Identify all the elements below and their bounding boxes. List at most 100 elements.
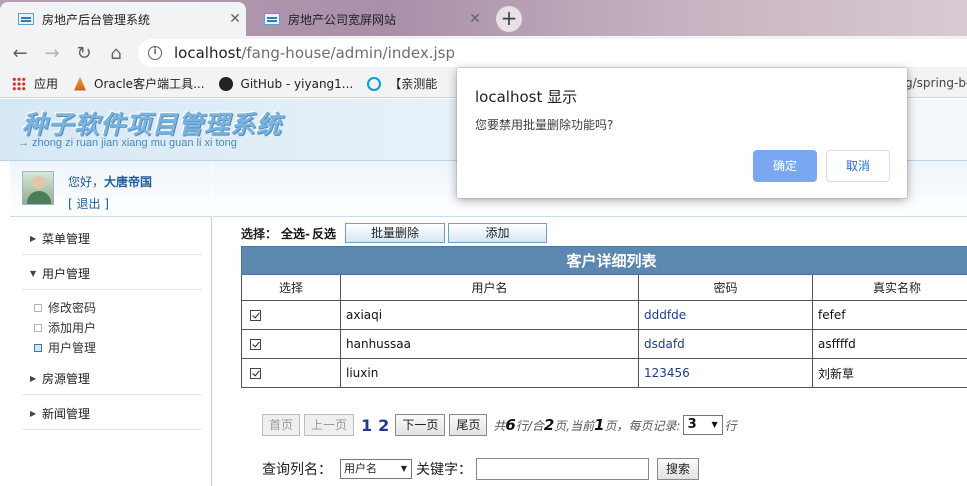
bookmark-github[interactable]: GitHub - yiyang1... [218, 76, 353, 91]
bookmark-apps[interactable]: 应用 [12, 75, 58, 92]
username-cell: hanhussaa [340, 329, 639, 359]
home-icon[interactable]: ⌂ [100, 43, 132, 64]
sidebar-item-label: 修改密码 [48, 301, 97, 315]
close-tab-icon[interactable]: ✕ [224, 11, 246, 27]
sidebar-item-add-user[interactable]: 添加用户 [34, 319, 96, 336]
address-bar[interactable]: i localhost/fang-house/admin/index.jsp [138, 39, 967, 67]
confirm-button[interactable]: 确定 [753, 150, 817, 182]
last-page-button[interactable]: 尾页 [449, 414, 488, 436]
summary-text: 共 [493, 418, 506, 433]
sidebar-group-users[interactable]: ▼ 用户管理 [30, 265, 90, 282]
prev-page-button[interactable]: 上一页 [304, 414, 355, 436]
forward-arrow-icon[interactable]: → [36, 43, 68, 64]
cancel-button[interactable]: 取消 [826, 150, 890, 182]
select-all-link[interactable]: 全选 [281, 225, 305, 242]
select-label: 选择： [241, 227, 278, 241]
column-select[interactable]: 用户名 ▼ [340, 459, 412, 479]
apps-grid-icon [12, 76, 26, 91]
summary-text: 页,当前 [554, 418, 595, 433]
logout-link[interactable]: [ 退出 ] [68, 195, 109, 212]
sidebar-item-label: 用户管理 [48, 341, 97, 355]
table-row: liuxin 123456 刘新草 [241, 358, 967, 388]
next-page-button[interactable]: 下一页 [395, 414, 446, 436]
password-cell: dddfde [638, 300, 813, 330]
chevron-right-icon: ▶ [30, 374, 37, 383]
invert-selection-link[interactable]: 反选 [312, 225, 336, 242]
sidebar-group-news[interactable]: ▶ 新闻管理 [30, 405, 90, 422]
sidebar-item-change-password[interactable]: 修改密码 [34, 299, 96, 316]
system-title: 种子软件项目管理系统 [22, 110, 283, 139]
page-link-1[interactable]: 1 [361, 416, 372, 435]
summary-text: 行/合 [515, 418, 544, 433]
realname-cell: 刘新草 [811, 358, 967, 388]
current-page: 1 [594, 416, 605, 434]
user-name: 大唐帝国 [104, 175, 153, 189]
select-cell [241, 329, 341, 359]
bullet-square-icon [34, 343, 42, 352]
summary-text: 行 [724, 418, 737, 433]
new-tab-button[interactable]: + [496, 6, 522, 32]
page-favicon-icon [264, 13, 280, 25]
url-text[interactable]: localhost/fang-house/admin/index.jsp [174, 44, 455, 62]
bookmark-bilibili[interactable]: 【亲测能 [367, 75, 437, 92]
summary-text: 页，每页记录: [604, 418, 681, 433]
bilibili-icon [367, 76, 382, 91]
column-header: 用户名 [340, 274, 639, 301]
realname-cell: asffffd [811, 329, 967, 359]
sidebar-group-menu[interactable]: ▶ 菜单管理 [30, 230, 90, 247]
first-page-button[interactable]: 首页 [262, 414, 301, 436]
user-info-box: 您好，大唐帝国 [ 退出 ] [10, 161, 212, 217]
sidebar-item-label: 添加用户 [48, 321, 97, 335]
page-favicon-icon [18, 13, 34, 25]
tab-strip: 房地产后台管理系统 ✕ 房地产公司宽屏网站 ✕ + [0, 0, 967, 36]
add-button[interactable]: 添加 [448, 223, 547, 243]
column-select-value: 用户名 [344, 462, 377, 475]
bookmark-overflow-text[interactable]: g/spring-bo [905, 76, 967, 90]
avatar [22, 171, 54, 205]
sidebar-group-label: 新闻管理 [42, 407, 91, 421]
row-checkbox[interactable] [250, 339, 261, 350]
dropdown-arrow-icon: ▼ [711, 420, 718, 429]
username-cell: axiaqi [340, 300, 639, 330]
url-host: localhost [174, 44, 242, 62]
sidebar-group-label: 用户管理 [42, 267, 91, 281]
table-row: axiaqi dddfde fefef [241, 300, 967, 330]
page-size-select[interactable]: 3 ▼ [682, 415, 723, 435]
username-cell: liuxin [340, 358, 639, 388]
tab-website[interactable]: 房地产公司宽屏网站 ✕ [246, 2, 486, 36]
back-arrow-icon[interactable]: ← [4, 43, 36, 64]
sidebar-item-user-management[interactable]: 用户管理 [34, 339, 96, 356]
site-info-icon[interactable]: i [148, 46, 162, 60]
bullet-square-icon [34, 323, 42, 332]
tab-admin[interactable]: 房地产后台管理系统 ✕ [0, 2, 246, 36]
greeting: 您好，大唐帝国 [68, 173, 152, 190]
keyword-input[interactable] [476, 458, 649, 480]
page-link-2[interactable]: 2 [378, 416, 389, 435]
password-cell: 123456 [638, 358, 813, 388]
reload-icon[interactable]: ↻ [68, 43, 100, 64]
dialog-title: localhost 显示 [475, 88, 578, 106]
row-checkbox[interactable] [250, 368, 261, 379]
search-bar: 查询列名： 用户名 ▼ 关键字： 搜索 [262, 458, 700, 480]
bookmark-oracle[interactable]: Oracle客户端工具... [74, 75, 205, 92]
row-checkbox[interactable] [250, 310, 261, 321]
table-header-row: 选择 用户名 密码 真实名称 [241, 274, 967, 301]
batch-delete-button[interactable]: 批量删除 [345, 223, 445, 243]
greeting-prefix: 您好， [68, 175, 105, 189]
chevron-right-icon: ▶ [30, 409, 37, 418]
sidebar-group-houses[interactable]: ▶ 房源管理 [30, 370, 90, 387]
select-cell [241, 358, 341, 388]
dropdown-arrow-icon: ▼ [400, 464, 407, 473]
alert-dialog: localhost 显示 您要禁用批量删除功能吗? 确定 取消 [457, 68, 907, 198]
chevron-down-icon: ▼ [30, 269, 37, 278]
table-row: hanhussaa dsdafd asffffd [241, 329, 967, 359]
chevron-right-icon: ▶ [30, 234, 37, 243]
realname-cell: fefef [811, 300, 967, 330]
bookmark-label: 【亲测能 [389, 77, 438, 91]
search-button[interactable]: 搜索 [657, 458, 700, 480]
github-icon [218, 76, 233, 91]
close-tab-icon[interactable]: ✕ [464, 11, 486, 27]
bookmark-label: 应用 [34, 77, 59, 91]
select-cell [241, 300, 341, 330]
keyword-label: 关键字： [416, 462, 472, 478]
